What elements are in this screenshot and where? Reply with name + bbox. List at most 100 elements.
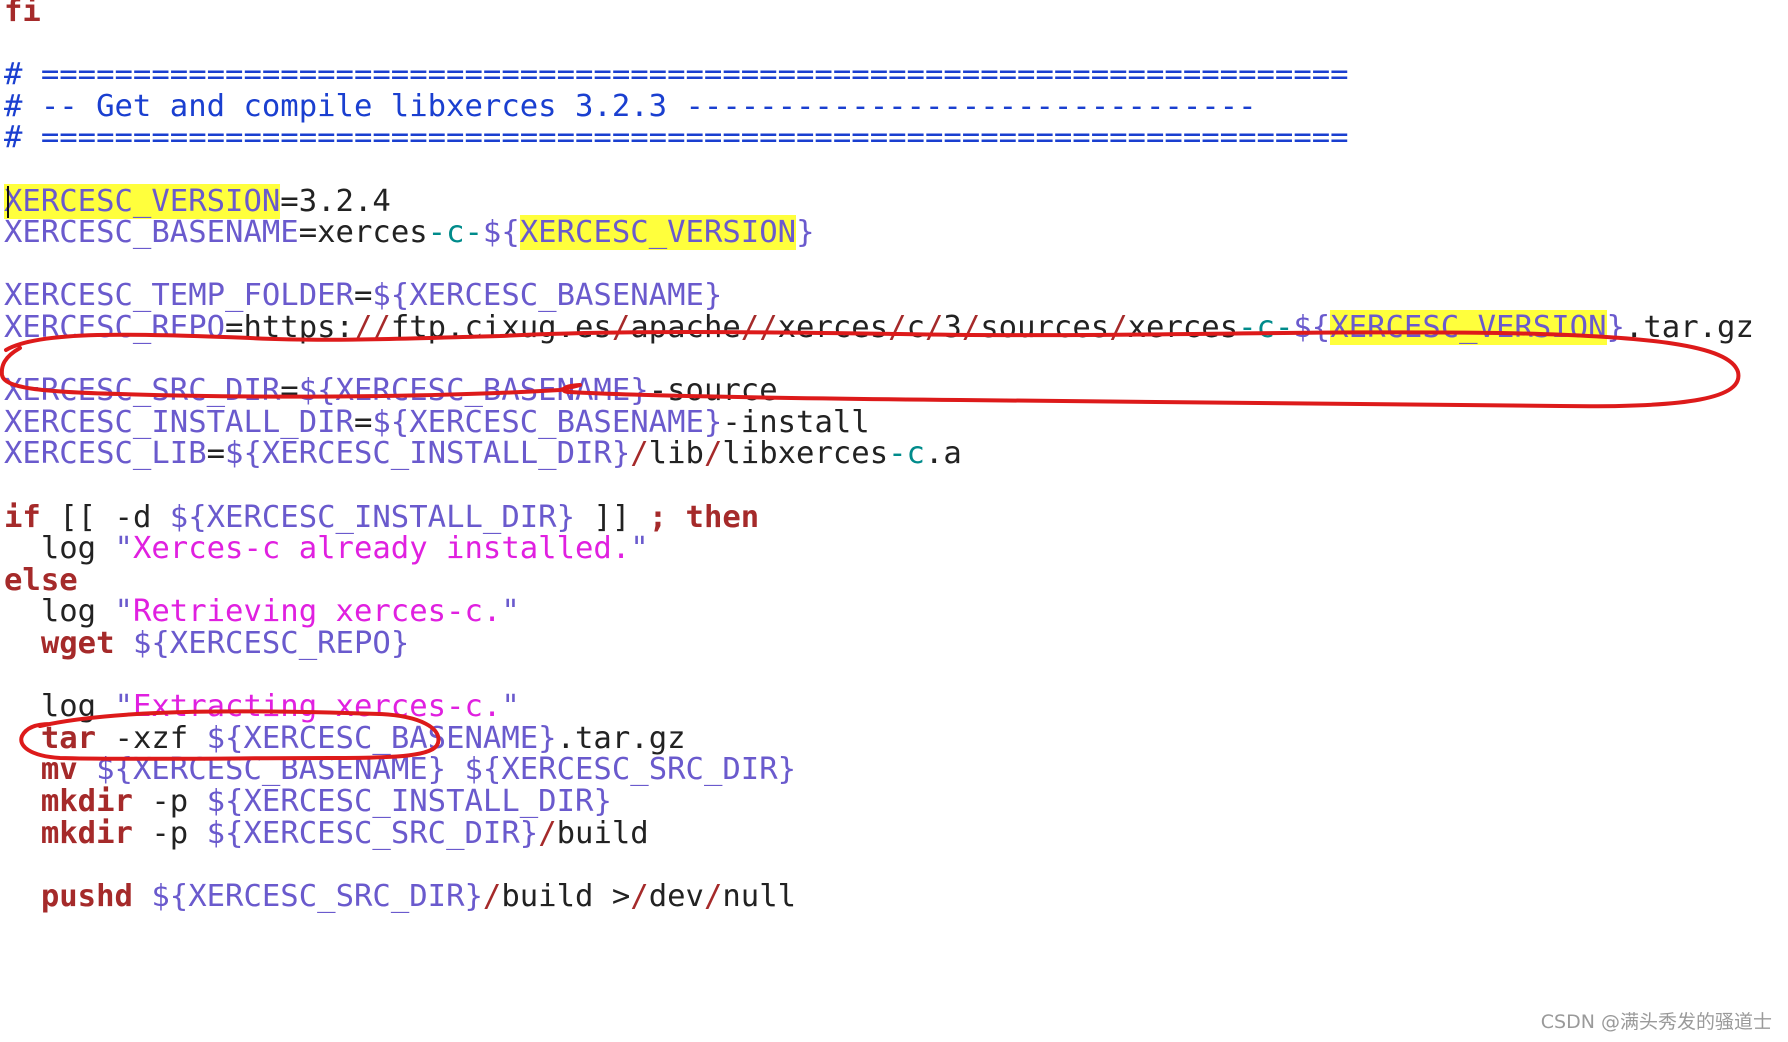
- code-token: /: [482, 878, 502, 914]
- code-token: ": [114, 689, 133, 725]
- code-line: XERCESC_INSTALL_DIR=${XERCESC_BASENAME}-…: [4, 405, 870, 441]
- code-token: -c-: [427, 215, 483, 251]
- code-token: =https:: [225, 310, 354, 345]
- code-token: ": [630, 531, 649, 567]
- code-token: XERCESC_REPO: [4, 310, 226, 345]
- code-token: }: [1606, 310, 1625, 345]
- code-token: ; then: [648, 499, 760, 535]
- code-token: ${XERCESC_BASENAME}: [372, 404, 723, 440]
- code-token: =: [280, 373, 299, 409]
- code-token: -c: [888, 436, 925, 472]
- code-token: /: [611, 310, 631, 345]
- code-token: -xzf: [96, 720, 207, 756]
- code-token: =: [206, 436, 226, 472]
- code-line: XERCESC_LIB=${XERCESC_INSTALL_DIR}/lib/l…: [4, 436, 962, 472]
- code-token: /: [703, 436, 723, 472]
- code-token: }: [796, 215, 815, 251]
- code-token: dev: [648, 878, 704, 914]
- code-token: -source: [648, 373, 778, 409]
- code-token: XERCESC_BASENAME: [4, 215, 299, 251]
- code-token: ${XERCESC_SRC_DIR}: [151, 878, 483, 914]
- code-token: /: [703, 878, 723, 914]
- code-token: ": [501, 594, 520, 630]
- code-token: ${XERCESC_BASENAME}: [96, 752, 447, 788]
- code-token: ": [114, 531, 133, 567]
- code-token: ${: [482, 215, 520, 251]
- code-line: mkdir -p ${XERCESC_SRC_DIR}/build: [4, 816, 649, 852]
- code-token: else: [4, 562, 78, 598]
- code-line: pushd ${XERCESC_SRC_DIR}/build >/dev/nul…: [4, 879, 796, 915]
- code-token: Retrieving xerces-c.: [132, 594, 502, 630]
- code-token: ${XERCESC_BASENAME}: [206, 720, 557, 756]
- code-token: /: [538, 815, 557, 851]
- code-token: ${XERCESC_SRC_DIR}: [206, 815, 539, 851]
- code-line: mv ${XERCESC_BASENAME} ${XERCESC_SRC_DIR…: [4, 752, 796, 788]
- code-token: if: [4, 499, 41, 535]
- code-line: mkdir -p ${XERCESC_INSTALL_DIR}: [4, 784, 612, 820]
- code-token: apache: [630, 310, 741, 345]
- code-line: XERCESC_SRC_DIR=${XERCESC_BASENAME}-sour…: [4, 373, 778, 409]
- code-token: ${XERCESC_BASENAME}: [298, 373, 649, 409]
- code-token: =xerces: [298, 215, 428, 251]
- search-highlight: XERCESC_VERSION: [519, 215, 797, 251]
- code-token: pushd: [40, 878, 133, 914]
- watermark: CSDN @满头秀发的骚道士: [1540, 1011, 1772, 1033]
- search-highlight: XERCESC_VERSION: [1330, 310, 1607, 345]
- code-token: .tar.gz: [1624, 310, 1754, 345]
- code-token: ftp.cixug.es: [390, 310, 612, 345]
- code-token: XERCESC_SRC_DIR: [4, 373, 281, 409]
- code-token: null: [722, 878, 797, 914]
- code-token: -p: [132, 784, 207, 819]
- code-token: ${XERCESC_INSTALL_DIR}: [206, 784, 612, 819]
- code-token: xerces: [777, 310, 889, 345]
- code-token: mkdir: [40, 815, 133, 851]
- code-token: sources: [980, 310, 1110, 345]
- code-line: # ======================================…: [4, 120, 1349, 156]
- code-line: else: [4, 563, 78, 599]
- code-token: /: [924, 310, 944, 345]
- code-line: XERCESC_VERSION=3.2.4: [4, 183, 391, 220]
- code-line: XERCESC_BASENAME=xerces-c-${XERCESC_VERS…: [4, 215, 814, 251]
- code-token: c: [906, 310, 925, 345]
- code-line: log "Extracting xerces-c.": [4, 689, 520, 725]
- code-token: build: [556, 815, 649, 851]
- code-token: .a: [924, 436, 962, 472]
- code-token: .tar.gz: [556, 720, 686, 756]
- code-editor[interactable]: fi # ====================================…: [4, 0, 1784, 1042]
- code-token: 3: [943, 310, 962, 345]
- code-token: =3.2.4: [280, 183, 391, 219]
- code-token: wget: [40, 626, 115, 661]
- code-token: //: [740, 310, 778, 345]
- code-token: XERCESC_TEMP_FOLDER: [4, 278, 354, 314]
- code-line: if [[ -d ${XERCESC_INSTALL_DIR} ]] ; the…: [4, 500, 759, 536]
- search-highlight: XERCESC_VERSION: [4, 183, 281, 219]
- code-token: ": [501, 689, 520, 725]
- code-token: # ======================================…: [4, 57, 1349, 93]
- code-token: /: [888, 310, 907, 345]
- code-token: xerces: [1127, 310, 1239, 345]
- code-token: Extracting xerces-c.: [132, 689, 502, 725]
- code-token: ${XERCESC_BASENAME}: [372, 278, 723, 314]
- code-token: tar: [40, 720, 97, 756]
- code-line: # ======================================…: [4, 57, 1349, 93]
- code-line: XERCESC_REPO=https://ftp.cixug.es/apache…: [4, 310, 1754, 346]
- code-token: -p: [132, 815, 207, 851]
- code-token: /: [1109, 310, 1128, 345]
- code-line: tar -xzf ${XERCESC_BASENAME}.tar.gz: [4, 721, 686, 757]
- code-token: ": [114, 594, 133, 630]
- code-token: /: [630, 878, 649, 914]
- code-token: libxerces: [722, 436, 889, 472]
- code-token: =: [353, 278, 373, 314]
- code-line: # -- Get and compile libxerces 3.2.3 ---…: [4, 89, 1257, 125]
- text-cursor: [7, 185, 9, 218]
- code-token: [[ -d: [40, 499, 170, 535]
- code-token: ${XERCESC_INSTALL_DIR}: [169, 499, 575, 535]
- code-token: -install: [722, 404, 870, 440]
